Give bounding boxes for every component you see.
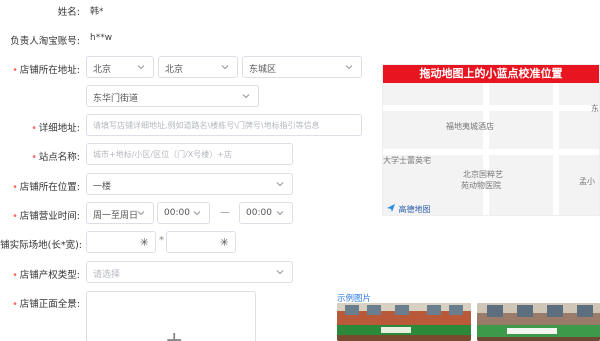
district-value: 东城区 (249, 65, 277, 75)
chevron-down-icon (221, 65, 229, 70)
front-photo-label-text: 店铺正面全景: (19, 299, 80, 310)
amap-logo-icon (387, 204, 395, 212)
area-length-input[interactable]: ✳ (86, 231, 156, 253)
street-value: 东华门街道 (93, 94, 139, 104)
map-instruction-banner: 拖动地图上的小蓝点校准位置 (383, 65, 599, 83)
chevron-down-icon (345, 65, 353, 70)
required-mark: • (12, 299, 18, 310)
chevron-down-icon (242, 94, 250, 99)
detail-address-placeholder: 请填写店铺详细地址,例如道路名\楼栋号\门牌号\地标指引等信息 (93, 121, 320, 130)
required-mark: • (31, 123, 37, 134)
map-place-label: 大学士蕾英宅 (383, 156, 431, 165)
station-name-label-text: 站点名称: (38, 152, 80, 163)
clear-icon[interactable]: ✳ (140, 236, 149, 249)
required-mark: • (12, 65, 18, 76)
required-mark: • (12, 270, 18, 281)
time-separator: — (220, 207, 230, 218)
city-value: 北京 (165, 65, 184, 75)
location-map[interactable]: 拖动地图上的小蓝点校准位置 福地夷城酒店 大学士蕾英宅 北京国粹艺 苑动物医院 … (382, 64, 600, 216)
chevron-down-icon (193, 211, 201, 216)
chevron-down-icon (137, 65, 145, 70)
required-mark: • (31, 152, 37, 163)
address-label: • 店铺所在地址: (12, 62, 80, 76)
property-type-placeholder: 请选择 (93, 270, 121, 280)
station-name-placeholder: 城市+地标/小区/区位（门/X号楼）+店 (93, 150, 232, 159)
province-value: 北京 (93, 65, 112, 75)
shop-position-label-text: 店铺所在位置: (19, 182, 80, 193)
business-hours-label-text: 店铺营业时间: (19, 211, 80, 222)
chevron-down-icon (137, 211, 145, 216)
shop-name-value: 韩* (90, 7, 104, 17)
detail-address-label: • 详细地址: (31, 120, 80, 134)
required-mark: • (12, 182, 18, 193)
shop-position-value: 一楼 (93, 182, 112, 192)
open-time-value: 00:00 (164, 208, 190, 218)
map-place-label: 东 (591, 104, 599, 113)
taobao-account-value: h**w (90, 33, 113, 43)
clear-icon[interactable]: ✳ (220, 236, 229, 249)
open-time-select[interactable]: 00:00 (157, 202, 210, 224)
province-select[interactable]: 北京 (86, 56, 154, 78)
property-type-label-text: 店铺产权类型: (19, 270, 80, 281)
street-select[interactable]: 东华门街道 (86, 85, 259, 107)
map-place-label: 苑动物医院 (461, 181, 501, 190)
shop-position-label: • 店铺所在位置: (12, 179, 80, 193)
shop-name-label: 姓名: (57, 7, 80, 18)
example-photo[interactable] (477, 303, 600, 341)
station-name-label: • 站点名称: (31, 149, 80, 163)
close-time-value: 00:00 (246, 208, 272, 218)
chevron-down-icon (276, 270, 284, 275)
map-place-label: 北京国粹艺 (463, 170, 503, 179)
map-place-label: 福地夷城酒店 (446, 122, 494, 131)
district-select[interactable]: 东城区 (242, 56, 362, 78)
business-days-value: 周一至周日 (93, 211, 139, 221)
taobao-account-label: 负责人淘宝账号: (10, 36, 80, 47)
front-photo-label: • 店铺正面全景: (12, 296, 80, 310)
city-select[interactable]: 北京 (158, 56, 238, 78)
storefront-image (337, 303, 471, 341)
amap-logo-text: 高德地图 (398, 205, 431, 214)
area-width-input[interactable]: ✳ (166, 231, 236, 253)
close-time-select[interactable]: 00:00 (239, 202, 293, 224)
property-type-label: • 店铺产权类型: (12, 267, 80, 281)
required-mark: • (12, 211, 18, 222)
detail-address-label-text: 详细地址: (38, 123, 80, 134)
example-photo[interactable] (337, 303, 471, 341)
storefront-image (477, 303, 600, 341)
actual-area-label: 铺实际场地(长*宽): (0, 240, 82, 251)
shop-position-select[interactable]: 一楼 (86, 173, 293, 195)
area-multiply-sign: * (159, 235, 164, 246)
plus-icon: + (165, 328, 184, 341)
address-label-text: 店铺所在地址: (19, 65, 80, 76)
property-type-select[interactable]: 请选择 (86, 261, 293, 283)
amap-logo: 高德地图 (386, 203, 431, 215)
business-days-select[interactable]: 周一至周日 (86, 202, 154, 224)
chevron-down-icon (276, 182, 284, 187)
map-place-label: 孟小 (579, 177, 595, 186)
map-road (383, 105, 599, 111)
business-hours-label: • 店铺营业时间: (12, 208, 80, 222)
detail-address-input[interactable]: 请填写店铺详细地址,例如道路名\楼栋号\门牌号\地标指引等信息 (86, 114, 362, 136)
front-photo-upload[interactable]: + (86, 291, 256, 341)
station-name-input[interactable]: 城市+地标/小区/区位（门/X号楼）+店 (86, 143, 293, 165)
chevron-down-icon (276, 211, 284, 216)
